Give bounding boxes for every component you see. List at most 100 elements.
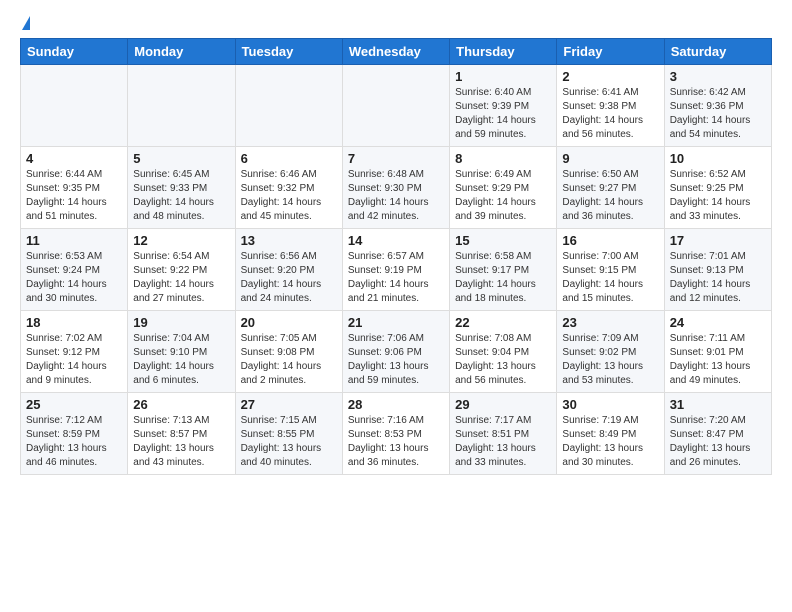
day-number: 6	[241, 151, 337, 166]
logo-triangle-icon	[22, 16, 30, 30]
calendar-cell: 27 Sunrise: 7:15 AM Sunset: 8:55 PM Dayli…	[235, 393, 342, 475]
calendar-cell: 16 Sunrise: 7:00 AM Sunset: 9:15 PM Dayli…	[557, 229, 664, 311]
calendar-cell	[128, 65, 235, 147]
day-info: Sunrise: 6:54 AM Sunset: 9:22 PM Dayligh…	[133, 250, 229, 306]
calendar-cell: 6 Sunrise: 6:46 AM Sunset: 9:32 PM Daylig…	[235, 147, 342, 229]
day-number: 14	[348, 233, 444, 248]
day-info: Sunrise: 7:20 AM Sunset: 8:47 PM Dayligh…	[670, 414, 766, 470]
day-number: 1	[455, 69, 551, 84]
day-info: Sunrise: 7:08 AM Sunset: 9:04 PM Dayligh…	[455, 332, 551, 388]
day-number: 23	[562, 315, 658, 330]
day-info: Sunrise: 7:02 AM Sunset: 9:12 PM Dayligh…	[26, 332, 122, 388]
day-number: 21	[348, 315, 444, 330]
weekday-header-thursday: Thursday	[450, 39, 557, 65]
day-info: Sunrise: 6:44 AM Sunset: 9:35 PM Dayligh…	[26, 168, 122, 224]
day-info: Sunrise: 6:45 AM Sunset: 9:33 PM Dayligh…	[133, 168, 229, 224]
day-info: Sunrise: 7:00 AM Sunset: 9:15 PM Dayligh…	[562, 250, 658, 306]
day-number: 27	[241, 397, 337, 412]
page: SundayMondayTuesdayWednesdayThursdayFrid…	[0, 0, 792, 612]
day-number: 17	[670, 233, 766, 248]
calendar-cell: 24 Sunrise: 7:11 AM Sunset: 9:01 PM Dayli…	[664, 311, 771, 393]
day-info: Sunrise: 6:48 AM Sunset: 9:30 PM Dayligh…	[348, 168, 444, 224]
calendar-cell: 3 Sunrise: 6:42 AM Sunset: 9:36 PM Daylig…	[664, 65, 771, 147]
day-info: Sunrise: 6:56 AM Sunset: 9:20 PM Dayligh…	[241, 250, 337, 306]
day-number: 3	[670, 69, 766, 84]
calendar-cell: 10 Sunrise: 6:52 AM Sunset: 9:25 PM Dayli…	[664, 147, 771, 229]
day-info: Sunrise: 6:42 AM Sunset: 9:36 PM Dayligh…	[670, 86, 766, 142]
day-info: Sunrise: 6:40 AM Sunset: 9:39 PM Dayligh…	[455, 86, 551, 142]
day-number: 12	[133, 233, 229, 248]
weekday-header-row: SundayMondayTuesdayWednesdayThursdayFrid…	[21, 39, 772, 65]
calendar-cell: 5 Sunrise: 6:45 AM Sunset: 9:33 PM Daylig…	[128, 147, 235, 229]
day-number: 31	[670, 397, 766, 412]
calendar-week-row: 1 Sunrise: 6:40 AM Sunset: 9:39 PM Daylig…	[21, 65, 772, 147]
calendar-cell: 18 Sunrise: 7:02 AM Sunset: 9:12 PM Dayli…	[21, 311, 128, 393]
calendar-cell: 30Sunrise: 7:19 AM Sunset: 8:49 PM Dayli…	[557, 393, 664, 475]
calendar-week-row: 18 Sunrise: 7:02 AM Sunset: 9:12 PM Dayli…	[21, 311, 772, 393]
calendar-cell: 28 Sunrise: 7:16 AM Sunset: 8:53 PM Dayli…	[342, 393, 449, 475]
calendar-cell	[342, 65, 449, 147]
day-number: 26	[133, 397, 229, 412]
calendar-cell: 4Sunrise: 6:44 AM Sunset: 9:35 PM Daylig…	[21, 147, 128, 229]
day-number: 8	[455, 151, 551, 166]
calendar-cell: 19Sunrise: 7:04 AM Sunset: 9:10 PM Dayli…	[128, 311, 235, 393]
weekday-header-saturday: Saturday	[664, 39, 771, 65]
day-info: Sunrise: 7:01 AM Sunset: 9:13 PM Dayligh…	[670, 250, 766, 306]
day-number: 29	[455, 397, 551, 412]
day-number: 18	[26, 315, 122, 330]
calendar: SundayMondayTuesdayWednesdayThursdayFrid…	[20, 38, 772, 475]
calendar-cell: 26 Sunrise: 7:13 AM Sunset: 8:57 PM Dayli…	[128, 393, 235, 475]
calendar-cell: 12 Sunrise: 6:54 AM Sunset: 9:22 PM Dayli…	[128, 229, 235, 311]
calendar-cell	[235, 65, 342, 147]
day-number: 5	[133, 151, 229, 166]
day-number: 7	[348, 151, 444, 166]
calendar-cell: 13Sunrise: 6:56 AM Sunset: 9:20 PM Dayli…	[235, 229, 342, 311]
calendar-cell: 14 Sunrise: 6:57 AM Sunset: 9:19 PM Dayli…	[342, 229, 449, 311]
logo	[20, 16, 30, 28]
day-number: 22	[455, 315, 551, 330]
day-number: 15	[455, 233, 551, 248]
calendar-week-row: 11 Sunrise: 6:53 AM Sunset: 9:24 PM Dayli…	[21, 229, 772, 311]
day-number: 11	[26, 233, 122, 248]
day-info: Sunrise: 6:50 AM Sunset: 9:27 PM Dayligh…	[562, 168, 658, 224]
calendar-cell: 29 Sunrise: 7:17 AM Sunset: 8:51 PM Dayli…	[450, 393, 557, 475]
day-number: 30	[562, 397, 658, 412]
day-info: Sunrise: 7:04 AM Sunset: 9:10 PM Dayligh…	[133, 332, 229, 388]
calendar-cell: 1 Sunrise: 6:40 AM Sunset: 9:39 PM Daylig…	[450, 65, 557, 147]
day-number: 16	[562, 233, 658, 248]
day-number: 10	[670, 151, 766, 166]
day-info: Sunrise: 7:13 AM Sunset: 8:57 PM Dayligh…	[133, 414, 229, 470]
day-info: Sunrise: 7:15 AM Sunset: 8:55 PM Dayligh…	[241, 414, 337, 470]
day-info: Sunrise: 7:17 AM Sunset: 8:51 PM Dayligh…	[455, 414, 551, 470]
calendar-cell	[21, 65, 128, 147]
day-info: Sunrise: 7:16 AM Sunset: 8:53 PM Dayligh…	[348, 414, 444, 470]
calendar-cell: 11 Sunrise: 6:53 AM Sunset: 9:24 PM Dayli…	[21, 229, 128, 311]
calendar-cell: 22 Sunrise: 7:08 AM Sunset: 9:04 PM Dayli…	[450, 311, 557, 393]
calendar-cell: 23 Sunrise: 7:09 AM Sunset: 9:02 PM Dayli…	[557, 311, 664, 393]
calendar-cell: 15Sunrise: 6:58 AM Sunset: 9:17 PM Dayli…	[450, 229, 557, 311]
day-info: Sunrise: 6:53 AM Sunset: 9:24 PM Dayligh…	[26, 250, 122, 306]
weekday-header-wednesday: Wednesday	[342, 39, 449, 65]
day-number: 28	[348, 397, 444, 412]
day-number: 24	[670, 315, 766, 330]
day-info: Sunrise: 6:57 AM Sunset: 9:19 PM Dayligh…	[348, 250, 444, 306]
day-info: Sunrise: 6:41 AM Sunset: 9:38 PM Dayligh…	[562, 86, 658, 142]
day-info: Sunrise: 6:46 AM Sunset: 9:32 PM Dayligh…	[241, 168, 337, 224]
weekday-header-sunday: Sunday	[21, 39, 128, 65]
calendar-cell: 21Sunrise: 7:06 AM Sunset: 9:06 PM Dayli…	[342, 311, 449, 393]
day-info: Sunrise: 7:12 AM Sunset: 8:59 PM Dayligh…	[26, 414, 122, 470]
day-info: Sunrise: 6:52 AM Sunset: 9:25 PM Dayligh…	[670, 168, 766, 224]
calendar-cell: 7 Sunrise: 6:48 AM Sunset: 9:30 PM Daylig…	[342, 147, 449, 229]
day-info: Sunrise: 7:11 AM Sunset: 9:01 PM Dayligh…	[670, 332, 766, 388]
calendar-cell: 17 Sunrise: 7:01 AM Sunset: 9:13 PM Dayli…	[664, 229, 771, 311]
calendar-week-row: 25Sunrise: 7:12 AM Sunset: 8:59 PM Dayli…	[21, 393, 772, 475]
day-number: 9	[562, 151, 658, 166]
calendar-cell: 2 Sunrise: 6:41 AM Sunset: 9:38 PM Daylig…	[557, 65, 664, 147]
calendar-cell: 9 Sunrise: 6:50 AM Sunset: 9:27 PM Daylig…	[557, 147, 664, 229]
day-info: Sunrise: 7:09 AM Sunset: 9:02 PM Dayligh…	[562, 332, 658, 388]
weekday-header-friday: Friday	[557, 39, 664, 65]
header	[20, 16, 772, 28]
calendar-cell: 25Sunrise: 7:12 AM Sunset: 8:59 PM Dayli…	[21, 393, 128, 475]
day-info: Sunrise: 7:05 AM Sunset: 9:08 PM Dayligh…	[241, 332, 337, 388]
day-number: 2	[562, 69, 658, 84]
